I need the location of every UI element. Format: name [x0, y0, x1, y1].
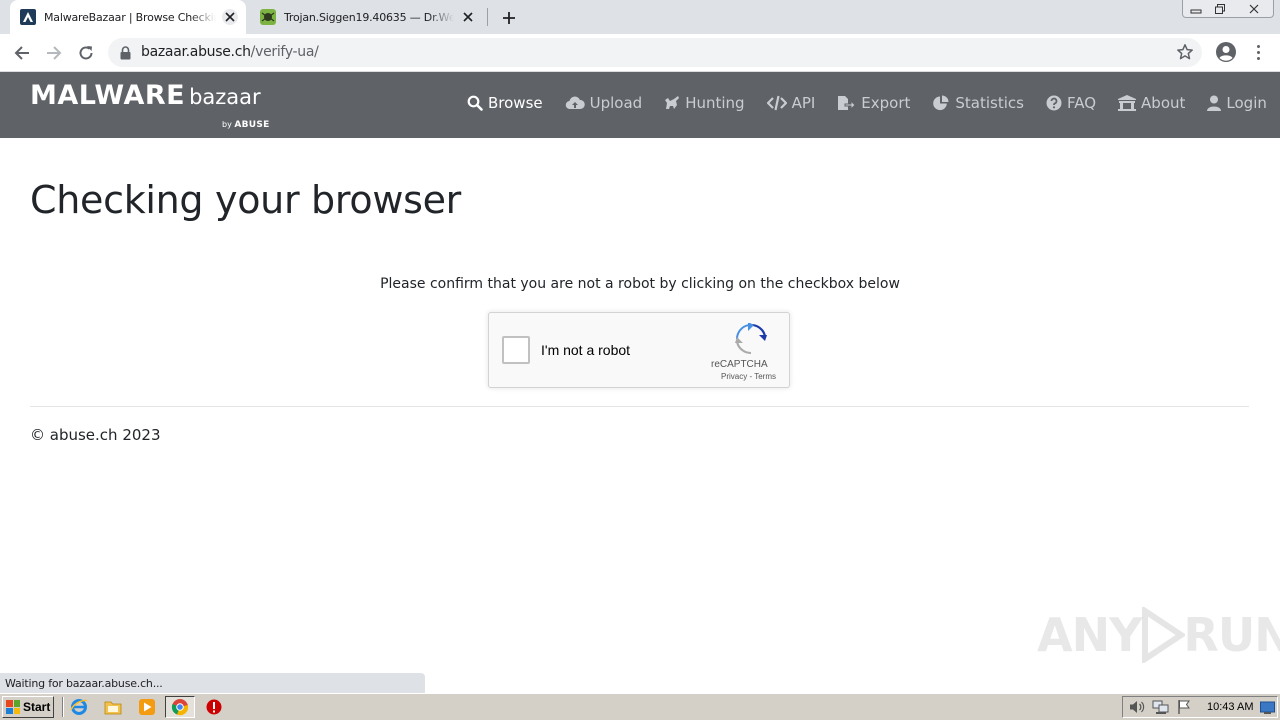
tab-drweb[interactable]: Trojan.Siggen19.40635 — Dr.Web Malware D…	[250, 0, 484, 34]
tab-malwarebazaar[interactable]: MalwareBazaar | Browse Checking your bro…	[10, 0, 246, 34]
play-triangle-icon	[1142, 607, 1186, 663]
code-icon	[766, 95, 787, 111]
captcha-prompt: Please confirm that you are not a robot …	[380, 276, 900, 292]
hunting-icon	[665, 96, 680, 109]
network-icon[interactable]	[1152, 699, 1170, 719]
footer-copyright: © abuse.ch 2023	[30, 426, 161, 444]
page-title: Checking your browser	[30, 178, 461, 222]
search-icon	[467, 95, 483, 111]
url-text: bazaar.abuse.ch/verify-ua/	[141, 44, 319, 60]
windows-logo-icon	[6, 700, 20, 714]
building-icon	[1118, 95, 1137, 111]
windows-taskbar: Start 10:43 AM	[0, 693, 1280, 720]
system-tray: 10:43 AM	[1122, 696, 1278, 718]
browser-tabstrip: MalwareBazaar | Browse Checking your bro…	[0, 0, 1280, 34]
footer-divider	[30, 406, 1249, 407]
back-arrow-icon[interactable]	[10, 41, 34, 65]
address-bar[interactable]: bazaar.abuse.ch/verify-ua/	[108, 38, 1202, 67]
recaptcha-logo-icon	[735, 322, 767, 359]
bookmark-star-icon[interactable]	[1176, 43, 1194, 65]
user-icon	[1207, 95, 1222, 111]
lock-icon	[120, 45, 131, 64]
recaptcha-links: Privacy - Terms	[721, 372, 776, 381]
cloud-upload-icon	[565, 96, 585, 110]
export-icon	[838, 96, 857, 111]
tab-title: Trojan.Siggen19.40635 — Dr.Web Malware D…	[284, 10, 454, 24]
taskbar-separator	[62, 697, 64, 717]
recaptcha-widget: I'm not a robot reCAPTCHA Privacy - Term…	[488, 312, 790, 388]
nav-api[interactable]: API	[766, 94, 815, 112]
nav-browse[interactable]: Browse	[467, 94, 543, 112]
url-path: /verify-ua/	[250, 44, 319, 60]
brand-main: MALWARE	[30, 80, 186, 111]
taskbar-clock[interactable]: 10:43 AM	[1207, 701, 1253, 713]
recaptcha-privacy-link[interactable]: Privacy	[721, 372, 747, 381]
recaptcha-terms-link[interactable]: Terms	[754, 372, 776, 381]
malwarebazaar-favicon-icon	[20, 9, 36, 25]
question-circle-icon	[1046, 95, 1062, 111]
brand-sub: bazaar	[189, 85, 261, 109]
drweb-spider-favicon-icon	[260, 9, 276, 25]
start-button[interactable]: Start	[2, 696, 54, 718]
site-navbar: MALWARE bazaar by ABUSE Browse Upload Hun…	[0, 72, 1280, 138]
action-center-flag-icon[interactable]	[1176, 699, 1192, 719]
tab-separator	[487, 8, 488, 26]
profile-avatar-icon[interactable]	[1214, 40, 1238, 64]
chrome-taskbar-icon[interactable]	[165, 696, 195, 718]
brand-by-abuse: by ABUSE	[222, 120, 270, 130]
recaptcha-brand: reCAPTCHA	[711, 359, 768, 370]
nav-upload[interactable]: Upload	[565, 94, 642, 112]
minimize-icon[interactable]	[1186, 0, 1206, 18]
browser-menu-icon[interactable]	[1250, 42, 1266, 62]
nav-login[interactable]: Login	[1207, 94, 1267, 112]
browser-status-bar: Waiting for bazaar.abuse.ch...	[0, 673, 425, 693]
nav-statistics[interactable]: Statistics	[932, 94, 1024, 112]
nav-export[interactable]: Export	[837, 94, 910, 112]
close-window-icon[interactable]	[1244, 0, 1264, 18]
recaptcha-checkbox[interactable]	[502, 336, 530, 364]
malwarebazaar-logo[interactable]: MALWARE bazaar by ABUSE	[30, 80, 269, 130]
tab-close-icon[interactable]	[460, 9, 476, 25]
restore-icon[interactable]	[1210, 0, 1230, 18]
new-tab-plus-icon[interactable]	[498, 7, 520, 29]
browser-toolbar: bazaar.abuse.ch/verify-ua/	[0, 34, 1280, 72]
site-nav-menu: Browse Upload Hunting API Export Statist…	[467, 94, 1267, 112]
anyrun-watermark: ANY RUN	[1037, 607, 1280, 663]
url-host: bazaar.abuse.ch	[141, 44, 251, 60]
reload-icon[interactable]	[74, 41, 98, 65]
forward-arrow-icon[interactable]	[42, 41, 66, 65]
media-player-icon[interactable]	[138, 698, 156, 716]
recaptcha-label: I'm not a robot	[541, 342, 631, 358]
nav-about[interactable]: About	[1118, 94, 1185, 112]
tab-close-icon[interactable]	[222, 9, 238, 25]
nav-hunting[interactable]: Hunting	[664, 94, 745, 112]
show-desktop-icon[interactable]	[1260, 700, 1275, 719]
file-explorer-icon[interactable]	[104, 698, 122, 716]
pie-chart-icon	[933, 95, 949, 111]
volume-icon[interactable]	[1128, 699, 1146, 719]
nav-faq[interactable]: FAQ	[1046, 94, 1096, 112]
internet-explorer-icon[interactable]	[70, 698, 88, 716]
stop-sign-icon[interactable]	[205, 698, 223, 716]
tab-title: MalwareBazaar | Browse Checking your bro…	[44, 10, 216, 24]
